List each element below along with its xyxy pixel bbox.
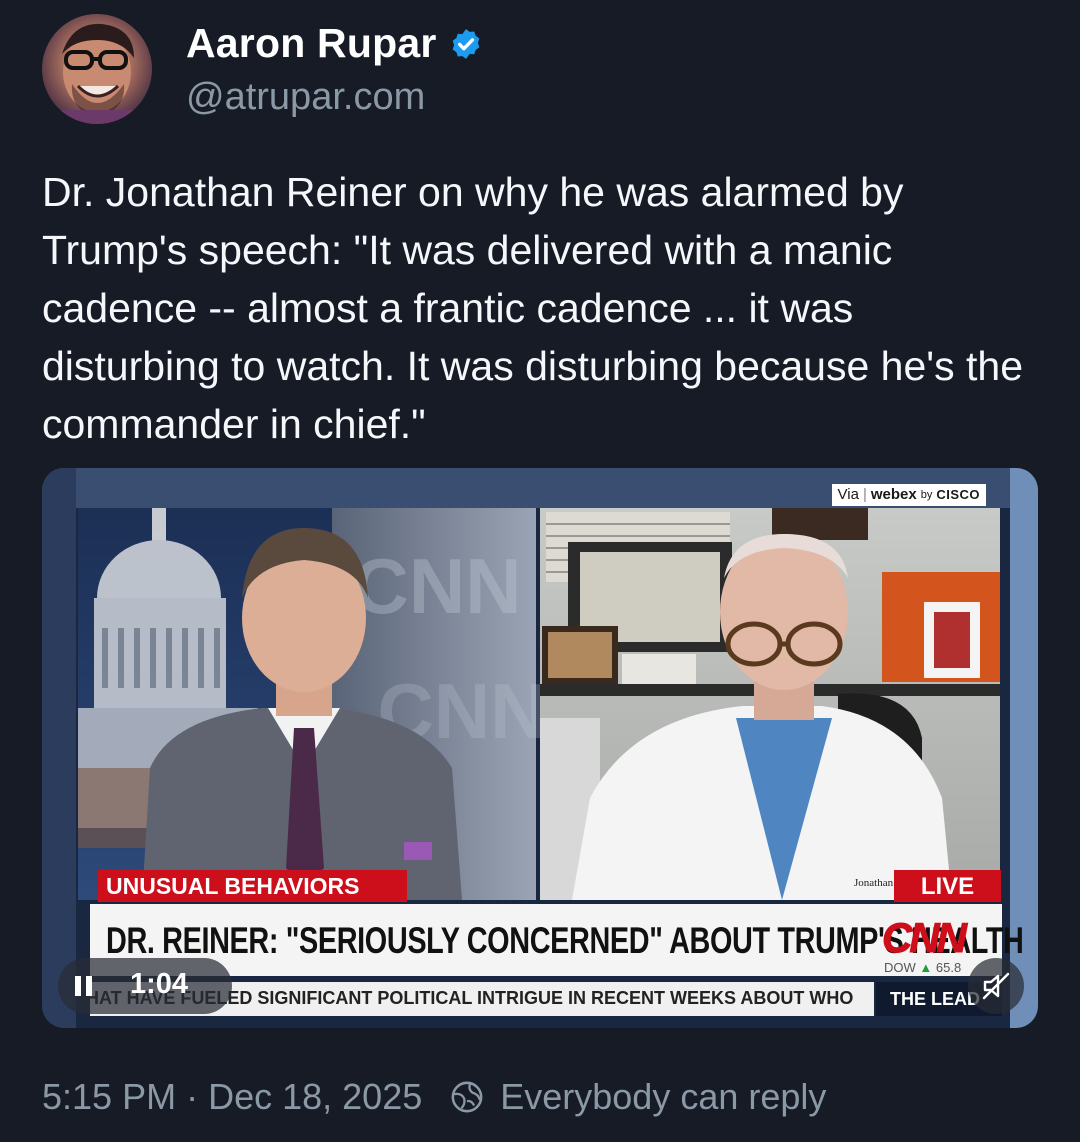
author-name-row[interactable]: Aaron Rupar <box>186 20 483 67</box>
dow-value: 65.8 <box>935 960 962 975</box>
webex-divider: | <box>862 486 867 503</box>
meta-separator: · <box>186 1076 199 1117</box>
avatar-photo <box>42 23 152 124</box>
globe-icon <box>451 1081 483 1113</box>
webex-brand: webex <box>870 486 917 503</box>
post-text: Dr. Jonathan Reiner on why he was alarme… <box>42 169 1023 447</box>
webex-via: Via <box>837 486 859 503</box>
category-tag: UNUSUAL BEHAVIORS <box>98 870 407 902</box>
mute-button[interactable] <box>968 958 1024 1014</box>
post-date[interactable]: Dec 18, 2025 <box>208 1076 422 1118</box>
dow-label: DOW <box>884 960 916 975</box>
dow-ticker: DOW ▲ 65.8 <box>884 960 961 975</box>
muted-speaker-icon <box>982 972 1010 1000</box>
display-name[interactable]: Aaron Rupar <box>186 20 437 67</box>
webex-partner: CISCO <box>936 487 980 502</box>
nameplate: Jonathan <box>854 877 894 889</box>
dow-up-arrow-icon: ▲ <box>919 960 933 975</box>
video-player[interactable]: CNN CNN Jonathan Via | webex by CISCO UN… <box>42 468 1038 1028</box>
webex-by: by <box>920 489 933 501</box>
elapsed-time: 1:04 <box>130 968 189 1000</box>
post-meta: 5:15 PM · Dec 18, 2025 Everybody can rep… <box>42 1076 826 1118</box>
avatar[interactable] <box>42 14 152 124</box>
webex-badge: Via | webex by CISCO <box>831 484 986 506</box>
handle[interactable]: @atrupar.com <box>186 76 425 119</box>
pause-icon[interactable] <box>72 974 96 998</box>
post-time[interactable]: 5:15 PM <box>42 1076 176 1118</box>
cnn-logo: CNN <box>882 914 968 962</box>
reply-setting: Everybody can reply <box>500 1076 827 1117</box>
show-name: THE LEAD <box>890 989 980 1009</box>
cnn-background-logo: CNN <box>353 542 522 630</box>
live-badge: LIVE <box>894 870 1001 902</box>
verified-badge-icon <box>452 28 479 59</box>
